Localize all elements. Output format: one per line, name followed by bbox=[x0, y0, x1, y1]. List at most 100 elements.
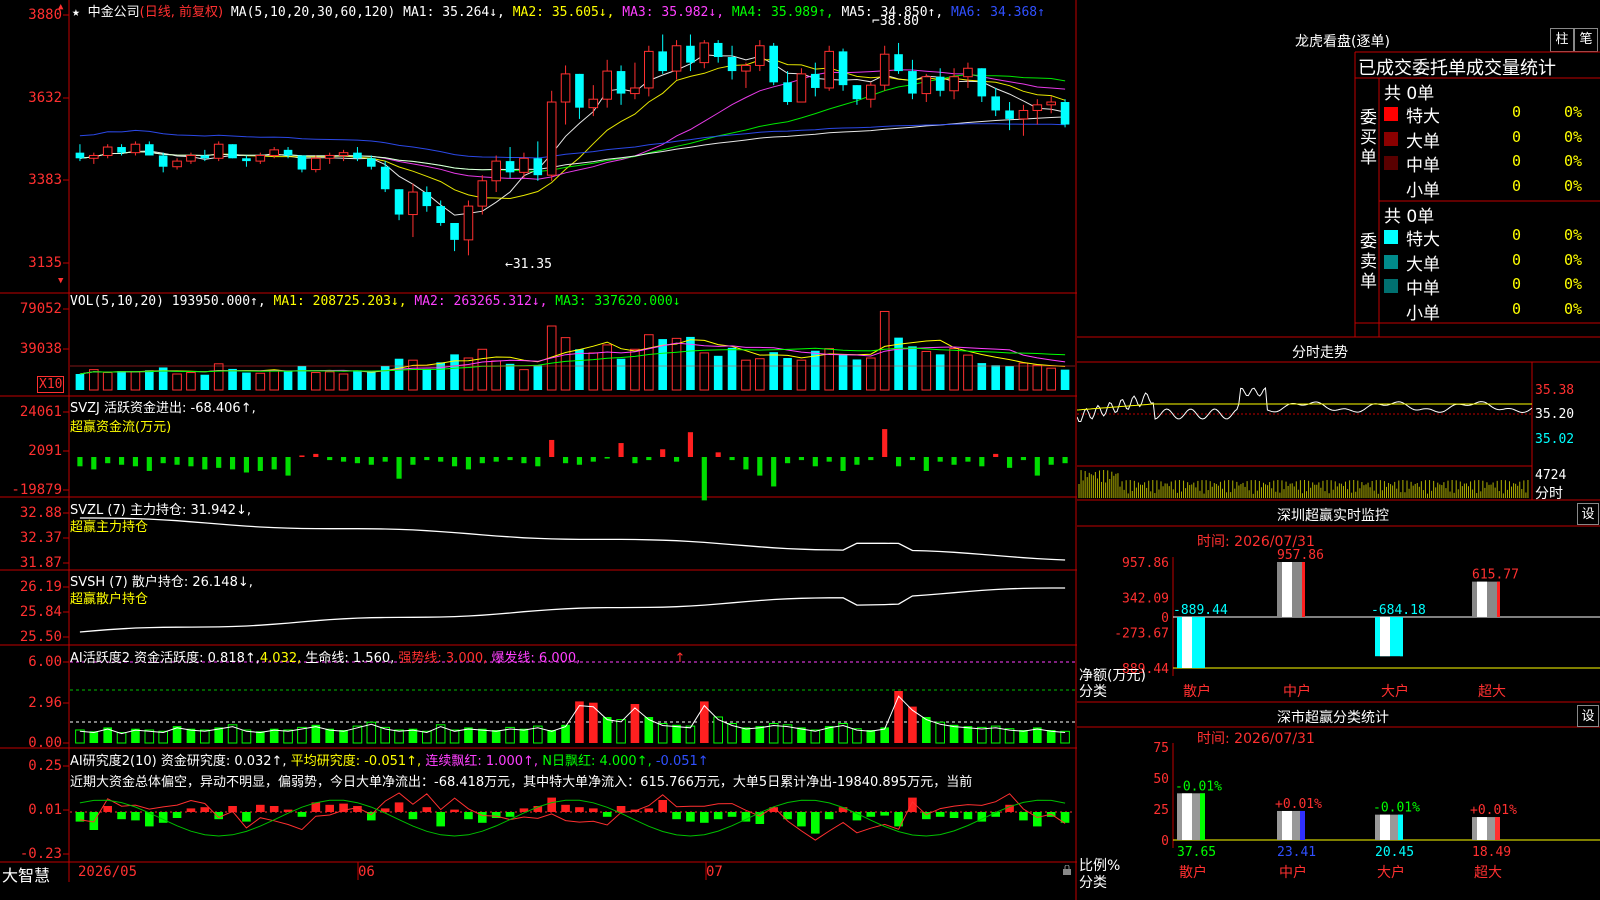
lock-icon[interactable] bbox=[1062, 864, 1072, 875]
candle-body bbox=[102, 146, 113, 156]
money-flow-bar bbox=[493, 457, 499, 462]
class-bar-category: 大户 bbox=[1377, 864, 1405, 881]
research-bar bbox=[949, 812, 959, 818]
money-tick: 2091 bbox=[28, 443, 62, 459]
volume-header: VOL(5,10,20) 193950.000↑, MA1: 208725.20… bbox=[70, 294, 681, 309]
research-bar bbox=[394, 802, 404, 812]
candle-body bbox=[935, 76, 945, 91]
ai-research-avg: 平均研究度: -0.051↑, bbox=[290, 754, 422, 769]
research-bar bbox=[1019, 812, 1028, 821]
main-holding-tick: 32.37 bbox=[19, 530, 62, 546]
research-bar bbox=[547, 797, 556, 812]
retail-holding-tick: 25.84 bbox=[19, 604, 62, 620]
money-flow-bar bbox=[271, 457, 277, 470]
class-cat-label: 分类 bbox=[1079, 875, 1107, 891]
retail-holding-subtitle: 超赢散户持仓 bbox=[70, 592, 149, 607]
research-bar bbox=[186, 808, 196, 812]
candle-body bbox=[991, 96, 1000, 111]
scroll-down-icon[interactable]: ▼ bbox=[58, 276, 63, 286]
research-bar bbox=[713, 812, 723, 820]
sz-monitor-settings-button[interactable]: 设 bbox=[1577, 503, 1599, 525]
volume-bar bbox=[269, 369, 279, 391]
candle-body bbox=[338, 152, 349, 156]
candle-body bbox=[130, 143, 141, 154]
intraday-chart[interactable] bbox=[1077, 362, 1532, 500]
volume-bar bbox=[838, 354, 848, 390]
active-bar bbox=[589, 702, 598, 743]
research-bar bbox=[811, 812, 820, 834]
active-bar bbox=[685, 725, 696, 744]
candle-body bbox=[172, 160, 182, 168]
class-bar-category: 中户 bbox=[1279, 864, 1307, 881]
chart-area[interactable]: 3880 3632 3383 3135 79052 39038 X10 2406… bbox=[0, 0, 1077, 900]
volume-bar bbox=[145, 370, 154, 390]
sz-bar-value: 957.86 bbox=[1277, 548, 1324, 563]
sell-name: 中单 bbox=[1406, 279, 1440, 299]
buy-total: 共 0单 bbox=[1384, 84, 1435, 104]
buy-swatch bbox=[1384, 131, 1398, 146]
candle-body bbox=[311, 157, 321, 171]
active-bar bbox=[657, 723, 668, 744]
research-bar bbox=[408, 812, 418, 820]
volume-bar bbox=[1060, 369, 1070, 390]
candle-body bbox=[422, 192, 432, 207]
candle-body bbox=[1046, 101, 1056, 106]
money-flow-bar bbox=[1062, 457, 1068, 464]
buy-pct: 0% bbox=[1564, 103, 1583, 121]
candle-body bbox=[367, 158, 376, 167]
retail-holding-tick: 26.19 bbox=[19, 579, 62, 595]
scroll-up-icon[interactable]: ▲ bbox=[58, 2, 63, 12]
ma1-value: MA1: 35.264↓, bbox=[403, 5, 505, 20]
money-flow-bar bbox=[521, 457, 527, 464]
volume-bar bbox=[1032, 364, 1043, 391]
volume-bar bbox=[977, 363, 987, 390]
volume-bar bbox=[213, 363, 224, 391]
money-flow-bar bbox=[382, 457, 388, 462]
volume-bar bbox=[367, 371, 376, 390]
active-bar bbox=[977, 726, 987, 744]
buy-pct: 0% bbox=[1564, 152, 1583, 170]
buy-row: 中单 0 0% bbox=[1382, 151, 1600, 176]
money-flow-bar bbox=[812, 457, 818, 467]
candle-body bbox=[477, 180, 488, 207]
class-bar-highlight bbox=[1380, 814, 1390, 840]
active-bar bbox=[519, 728, 529, 743]
sell-count: 0 bbox=[1512, 275, 1522, 293]
buy-swatch bbox=[1384, 156, 1398, 170]
sell-count: 0 bbox=[1512, 250, 1522, 269]
research-bar bbox=[464, 812, 473, 820]
favorite-star-icon[interactable]: ★ bbox=[72, 5, 80, 20]
intraday-price-mid: 35.20 bbox=[1535, 407, 1575, 422]
ma3-value: MA3: 35.982↓, bbox=[622, 5, 725, 20]
volume-bar bbox=[255, 372, 266, 391]
money-flow-subtitle: 超赢资金流(万元) bbox=[70, 420, 172, 435]
volume-bar bbox=[866, 357, 876, 391]
date-tick-jul: 07 bbox=[706, 864, 723, 880]
money-flow-bar bbox=[410, 457, 416, 465]
candle-body bbox=[186, 154, 196, 162]
sz-bar-value: -889.44 bbox=[1173, 603, 1228, 618]
research-bar bbox=[297, 812, 307, 817]
volume-bar bbox=[1046, 367, 1056, 391]
class-stats-settings-button[interactable]: 设 bbox=[1577, 705, 1599, 727]
sell-row: 中单 0 0% bbox=[1382, 274, 1600, 299]
money-flow-bar bbox=[368, 457, 374, 465]
money-flow-bar bbox=[701, 457, 707, 501]
ma-line-120 bbox=[79, 123, 1066, 159]
candle-body bbox=[699, 42, 710, 64]
class-ratio-chart: 75 50 25 0 -0.01% 37.65 散户 +0.01% 23.41 中户 -0.01% 2… bbox=[1153, 741, 1600, 881]
candle-body bbox=[783, 82, 792, 103]
research-bar bbox=[686, 812, 695, 822]
class-bar-change: +0.01% bbox=[1275, 797, 1322, 812]
money-flow-bar bbox=[465, 457, 472, 470]
intraday-price-low: 35.02 bbox=[1535, 432, 1575, 447]
candle-body bbox=[921, 76, 932, 95]
volume-bar bbox=[422, 368, 432, 390]
money-flow-bar bbox=[1034, 457, 1040, 476]
candle-body bbox=[713, 42, 723, 58]
active-bar bbox=[449, 729, 460, 744]
main-holding-subtitle: 超赢主力持仓 bbox=[70, 520, 149, 535]
active-bar bbox=[741, 727, 751, 743]
sell-swatch bbox=[1384, 230, 1398, 244]
money-flow-bar bbox=[91, 457, 97, 470]
